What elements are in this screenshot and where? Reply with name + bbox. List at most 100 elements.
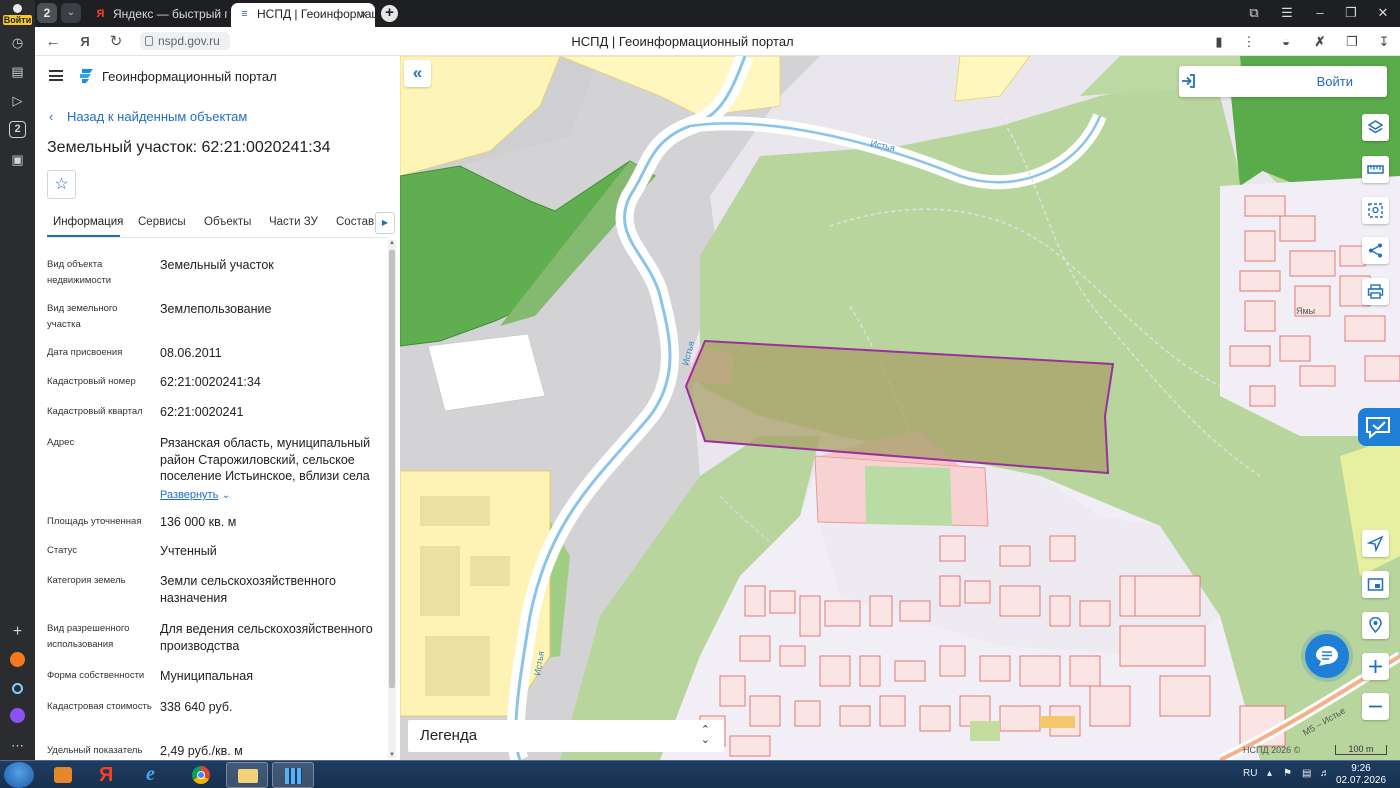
- scroll-down-icon[interactable]: ▼: [389, 752, 395, 758]
- history-icon[interactable]: ◷: [8, 33, 27, 52]
- property-key: Категория земель: [47, 575, 126, 586]
- geo-search-button[interactable]: [1362, 612, 1389, 639]
- map-login-button[interactable]: Войти: [1179, 66, 1387, 97]
- flag-icon[interactable]: ⚑: [1283, 768, 1292, 779]
- market-icon[interactable]: [8, 650, 27, 669]
- back-arrow-icon[interactable]: ←: [43, 32, 63, 52]
- clock-time: 9:26: [1351, 763, 1371, 774]
- chevron-left-icon: ‹: [49, 109, 54, 124]
- menu-icon[interactable]: ☰: [1278, 5, 1296, 21]
- extension-icon[interactable]: ◒: [1275, 32, 1297, 52]
- yandex-login-button[interactable]: Войти: [3, 2, 32, 25]
- active-tab-underline: [47, 235, 120, 237]
- property-value: Земельный участок: [160, 258, 274, 272]
- village-label: Ямы: [1296, 306, 1315, 316]
- kebab-menu-icon[interactable]: ⋮: [1238, 32, 1260, 52]
- chat-button[interactable]: [1305, 634, 1349, 678]
- download-icon[interactable]: ↧: [1373, 32, 1395, 52]
- tab-composition[interactable]: Состав: [336, 216, 374, 228]
- property-key: Кадастровый номер: [47, 376, 136, 387]
- language-indicator[interactable]: RU: [1243, 768, 1257, 779]
- zoom-in-button[interactable]: [1362, 653, 1389, 680]
- locate-me-button[interactable]: [1362, 530, 1389, 557]
- network-icon[interactable]: ▤: [1302, 768, 1311, 779]
- layers-button[interactable]: [1362, 114, 1389, 141]
- select-area-icon: [1368, 203, 1383, 218]
- property-value: Для ведения сельскохозяйственного произв…: [160, 622, 373, 653]
- tab-info[interactable]: Информация: [53, 216, 123, 228]
- tab-counter[interactable]: 2: [37, 3, 57, 23]
- scrollbar-thumb[interactable]: [389, 250, 395, 688]
- legend-panel[interactable]: Легенда ⌃ ⌄: [408, 720, 724, 752]
- tab-services[interactable]: Сервисы: [138, 216, 186, 228]
- volume-icon[interactable]: ♬: [1320, 768, 1330, 779]
- yandex-browser-taskbar-icon[interactable]: Я: [88, 762, 130, 788]
- tab-parts[interactable]: Части ЗУ: [269, 216, 318, 228]
- property-key: Адрес: [47, 437, 75, 448]
- tab-yandex[interactable]: Я Яндекс — быстрый поиск: [87, 3, 227, 27]
- new-tab-button[interactable]: +: [381, 5, 398, 22]
- help-widget-button[interactable]: [1358, 408, 1400, 446]
- yandex-home-icon[interactable]: Я: [75, 32, 95, 52]
- map-copyright: НСПД 2026 ©: [1243, 745, 1301, 755]
- url-text: nspd.gov.ru: [158, 34, 220, 48]
- map-view[interactable]: Истья Истья Истья Ямы M5 – Истье « Войти: [400, 56, 1400, 760]
- notes-icon[interactable]: ▤: [8, 62, 27, 81]
- alice-ring-icon[interactable]: [8, 679, 27, 698]
- url-field[interactable]: nspd.gov.ru: [140, 32, 230, 50]
- hamburger-menu-icon[interactable]: [49, 70, 63, 81]
- ruler-button[interactable]: [1362, 156, 1389, 183]
- media-player-icon[interactable]: [42, 762, 84, 788]
- chevron-down-icon: ⌄: [221, 490, 231, 501]
- panel-scrollbar[interactable]: ▲ ▼: [388, 240, 396, 758]
- tab-label: Яндекс — быстрый поиск: [113, 7, 227, 21]
- property-key: Вид разрешенного использования: [47, 623, 130, 650]
- property-value: 08.06.2011: [160, 346, 222, 360]
- scroll-up-icon[interactable]: ▲: [389, 240, 395, 246]
- screenshot-icon[interactable]: ▣: [8, 150, 27, 169]
- zoom-out-button[interactable]: [1362, 693, 1389, 720]
- app-grid-icon[interactable]: [272, 762, 314, 788]
- location-pin-icon: [1369, 617, 1382, 634]
- property-key: Форма собственности: [47, 670, 145, 681]
- system-clock[interactable]: 9:26 02.07.2026: [1336, 763, 1386, 787]
- chrome-icon[interactable]: [180, 762, 222, 788]
- bookmark-icon[interactable]: ▮: [1208, 32, 1230, 52]
- back-to-results-link[interactable]: ‹ Назад к найденным объектам: [49, 109, 247, 124]
- collapse-panel-button[interactable]: «: [404, 60, 431, 87]
- select-area-button[interactable]: [1362, 197, 1389, 224]
- chevron-down-icon[interactable]: ⌄: [61, 3, 81, 23]
- more-icon[interactable]: ⋯: [8, 736, 27, 755]
- internet-explorer-icon[interactable]: e: [134, 762, 176, 788]
- expand-link[interactable]: Развернуть ⌄: [160, 486, 380, 505]
- login-label: Войти: [1316, 74, 1353, 89]
- reload-icon[interactable]: ↻: [106, 32, 126, 52]
- navigation-arrow-icon: [1367, 535, 1384, 552]
- play-icon[interactable]: ▷: [8, 91, 27, 110]
- alice-icon[interactable]: [8, 706, 27, 725]
- minimap-button[interactable]: [1362, 571, 1389, 598]
- tab-count-icon[interactable]: 2: [9, 121, 26, 138]
- tab-label: НСПД | Геоинформаци: [257, 7, 375, 21]
- close-window-icon[interactable]: ✕: [1374, 5, 1392, 21]
- map-canvas[interactable]: Истья Истья Истья Ямы M5 – Истье: [400, 56, 1400, 760]
- tab-nspd[interactable]: ≡ НСПД | Геоинформаци ×: [231, 3, 375, 27]
- yandex-favicon-icon: Я: [96, 8, 105, 20]
- minimize-icon[interactable]: –: [1311, 5, 1329, 20]
- share-button[interactable]: [1362, 237, 1389, 264]
- favorite-star-button[interactable]: ☆: [47, 170, 76, 199]
- tray-expand-icon[interactable]: ▴: [1267, 768, 1272, 779]
- close-tab-icon[interactable]: ×: [360, 3, 368, 25]
- tabs-scroll-right-button[interactable]: ▶: [375, 212, 395, 234]
- extension-puzzle-icon[interactable]: ❐: [1341, 32, 1363, 52]
- bookmarks-icon[interactable]: ⧉: [1245, 5, 1263, 21]
- tab-objects[interactable]: Объекты: [204, 216, 251, 228]
- property-key: Дата присвоения: [47, 347, 123, 358]
- address-bar: ← Я ↻ nspd.gov.ru НСПД | Геоинформационн…: [35, 27, 1400, 56]
- windows-start-button[interactable]: [4, 762, 34, 788]
- file-explorer-icon[interactable]: [226, 762, 268, 788]
- restore-icon[interactable]: ❐: [1342, 5, 1360, 21]
- add-icon[interactable]: +: [8, 622, 27, 641]
- extension-x-icon[interactable]: ✗: [1309, 32, 1331, 52]
- print-button[interactable]: [1362, 278, 1389, 305]
